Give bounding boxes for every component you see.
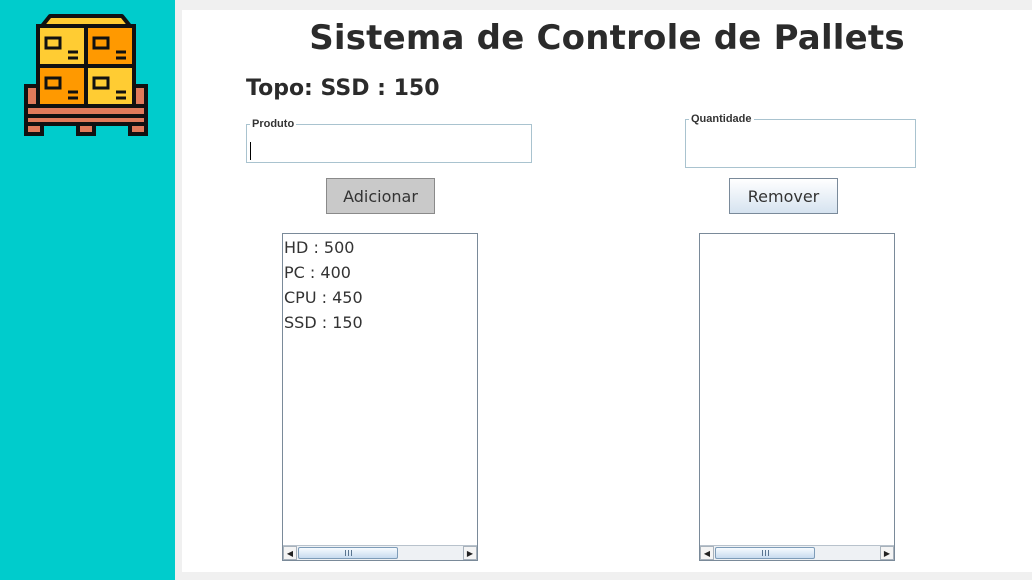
- produto-input[interactable]: [251, 132, 525, 154]
- page-title: Sistema de Controle de Pallets: [309, 18, 905, 58]
- stack-top-label: Topo: SSD : 150: [246, 76, 440, 101]
- list-item[interactable]: CPU : 450: [283, 285, 477, 310]
- scroll-thumb[interactable]: [298, 547, 398, 559]
- quantidade-legend: Quantidade: [691, 113, 752, 125]
- removed-list[interactable]: ◀ ▶: [699, 233, 895, 561]
- adicionar-button[interactable]: Adicionar: [326, 178, 435, 214]
- pallet-list[interactable]: HD : 500 PC : 400 CPU : 450 SSD : 150 ◀ ▶: [282, 233, 478, 561]
- list-item[interactable]: SSD : 150: [283, 310, 477, 335]
- grip-icon: [344, 550, 352, 556]
- produto-field[interactable]: Produto: [246, 119, 532, 163]
- scroll-left-icon[interactable]: ◀: [283, 546, 297, 560]
- sidebar: [0, 0, 175, 580]
- scroll-right-icon[interactable]: ▶: [880, 546, 894, 560]
- produto-legend: Produto: [252, 118, 295, 130]
- list-item[interactable]: HD : 500: [283, 235, 477, 260]
- pallet-boxes-icon: [24, 14, 148, 136]
- scroll-thumb[interactable]: [715, 547, 815, 559]
- removed-list-items: [700, 234, 894, 545]
- pallet-list-scrollbar[interactable]: ◀ ▶: [283, 545, 477, 560]
- list-item[interactable]: PC : 400: [283, 260, 477, 285]
- scroll-left-icon[interactable]: ◀: [700, 546, 714, 560]
- scroll-right-icon[interactable]: ▶: [463, 546, 477, 560]
- pallet-list-items: HD : 500 PC : 400 CPU : 450 SSD : 150: [283, 234, 477, 545]
- quantidade-field[interactable]: Quantidade: [685, 114, 916, 168]
- quantidade-input[interactable]: [690, 127, 909, 149]
- removed-list-scrollbar[interactable]: ◀ ▶: [700, 545, 894, 560]
- grip-icon: [761, 550, 769, 556]
- remover-button[interactable]: Remover: [729, 178, 838, 214]
- text-cursor: [250, 142, 251, 160]
